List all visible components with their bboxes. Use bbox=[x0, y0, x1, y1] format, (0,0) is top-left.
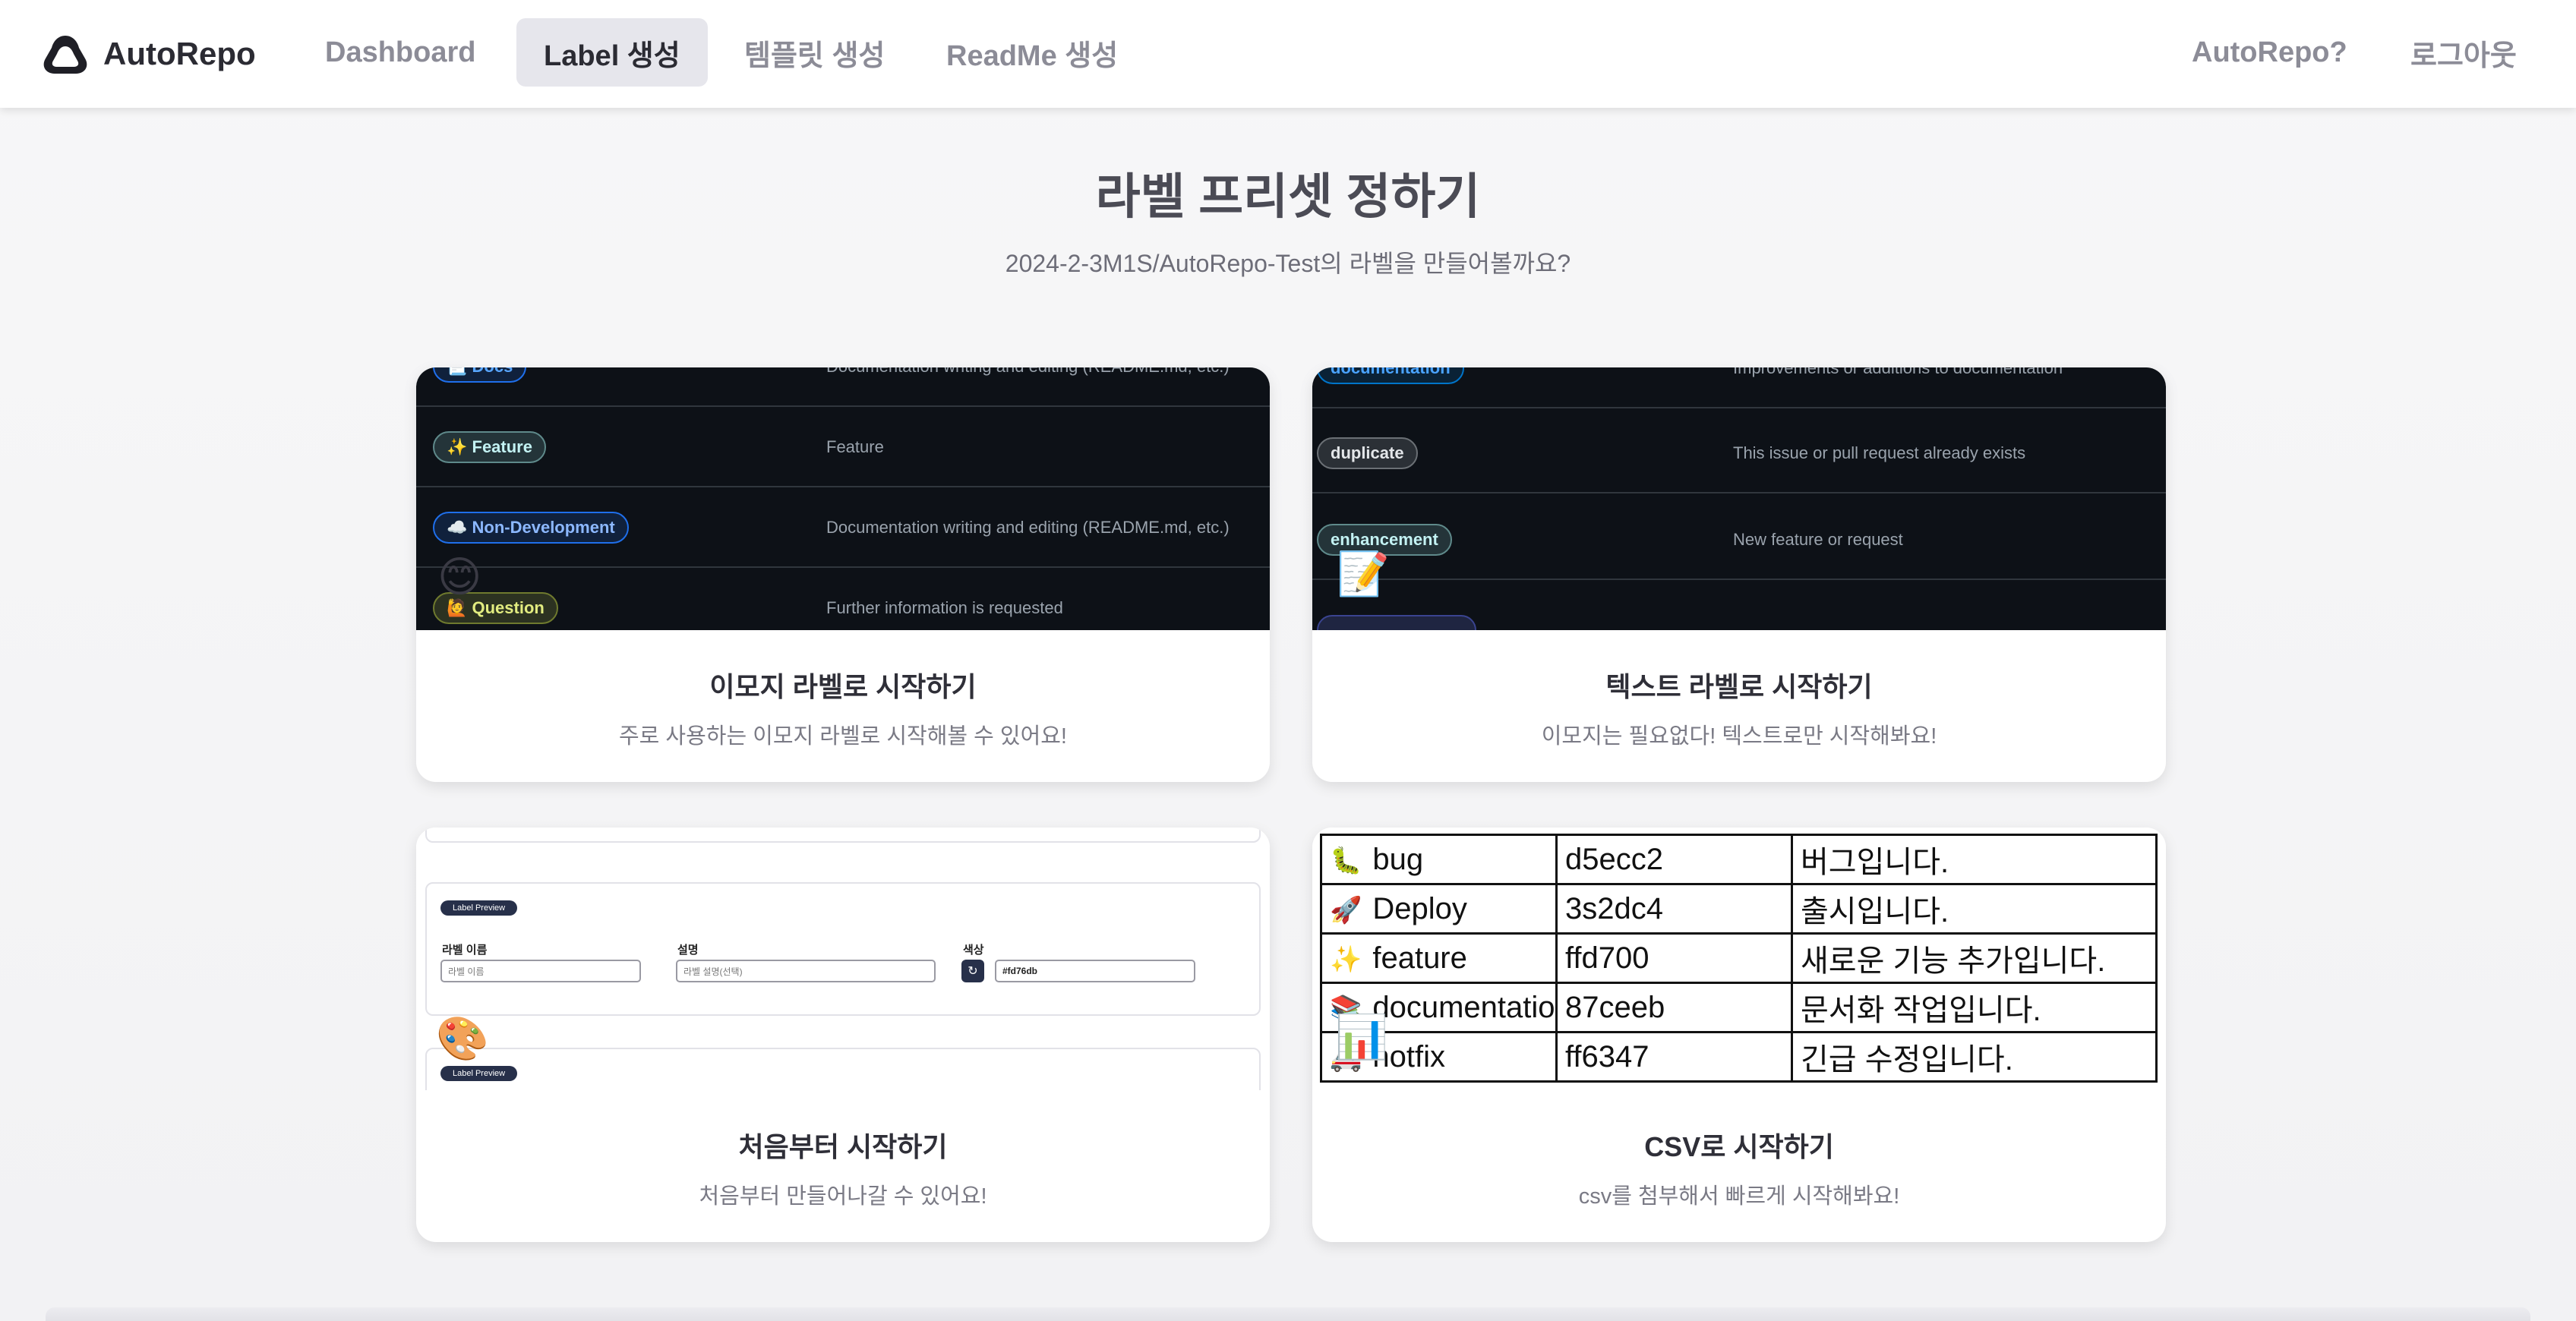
from-scratch-preview: Label Preview 라벨 이름 라벨 이름 설명 라벨 설명(선택) 색… bbox=[416, 828, 1270, 1090]
preview-row: enhancement New feature or request bbox=[1312, 500, 2166, 580]
refresh-color-icon: ↻ bbox=[961, 960, 984, 982]
brand-logo[interactable]: AutoRepo bbox=[38, 27, 256, 80]
color-field-input: #fd76db bbox=[995, 960, 1195, 982]
csv-label-name: documentation bbox=[1372, 990, 1557, 1024]
nav-dashboard[interactable]: Dashboard bbox=[298, 18, 503, 87]
rocket-emoji-icon: 🚀 bbox=[1330, 895, 1362, 925]
csv-preview: 🐛 bug d5ecc2 버그입니다. 🚀 Deploy 3s2dc4 출시입니다.… bbox=[1312, 828, 2166, 1090]
card-title: 처음부터 시작하기 bbox=[738, 1131, 948, 1162]
preview-row: 📃 Docs Documentation writing and editing… bbox=[416, 367, 1270, 407]
nav-template-create[interactable]: 템플릿 생성 bbox=[717, 18, 912, 87]
csv-row: 🐛 bug d5ecc2 버그입니다. bbox=[1320, 834, 2158, 885]
csv-label-desc: 긴급 수정입니다. bbox=[1791, 1031, 2158, 1083]
csv-row: 🚀 Deploy 3s2dc4 출시입니다. bbox=[1320, 883, 2158, 935]
preview-label-desc: Further information is requested bbox=[826, 598, 1063, 617]
nav-logout[interactable]: 로그아웃 bbox=[2410, 18, 2517, 87]
form-box-partial bbox=[425, 828, 1261, 843]
preview-row: duplicate This issue or pull request alr… bbox=[1312, 413, 2166, 493]
csv-table: 🐛 bug d5ecc2 버그입니다. 🚀 Deploy 3s2dc4 출시입니다.… bbox=[1320, 834, 2158, 1083]
preview-row: documentation Improvements or additions … bbox=[1312, 367, 2166, 408]
preview-label-pill: ☁️ Non-Development bbox=[433, 512, 629, 544]
preview-label-desc: This issue or pull request already exist… bbox=[1733, 443, 2026, 462]
preview-row: ☁️ Non-Development Documentation writing… bbox=[416, 487, 1270, 568]
name-field-input: 라벨 이름 bbox=[440, 960, 641, 982]
preview-label-desc: Documentation writing and editing (READM… bbox=[826, 367, 1230, 377]
csv-label-color: 87ceeb bbox=[1555, 982, 1793, 1033]
desc-field-input: 라벨 설명(선택) bbox=[676, 960, 936, 982]
top-navbar: AutoRepo Dashboard Label 생성 템플릿 생성 ReadM… bbox=[0, 0, 2576, 108]
label-preview-pill: Label Preview bbox=[440, 1066, 518, 1081]
preview-label-desc: New feature or request bbox=[1733, 530, 1903, 549]
csv-label-name: Deploy bbox=[1372, 891, 1467, 925]
page-subtitle: 2024-2-3M1S/AutoRepo-Test의 라벨을 만들어볼까요? bbox=[1005, 250, 1571, 277]
color-field-label: 색상 bbox=[963, 944, 984, 957]
card-csv[interactable]: 🐛 bug d5ecc2 버그입니다. 🚀 Deploy 3s2dc4 출시입니다.… bbox=[1312, 828, 2166, 1242]
memo-emoji-icon: 📝 bbox=[1337, 550, 1390, 597]
sparkles-emoji-icon: ✨ bbox=[1330, 944, 1362, 974]
bottom-section-edge bbox=[46, 1307, 2530, 1321]
smile-emoji-icon: 😊 bbox=[437, 553, 482, 601]
card-text-labels[interactable]: documentation Improvements or additions … bbox=[1312, 367, 2166, 782]
preview-label-desc: Documentation writing and editing (READM… bbox=[826, 518, 1230, 537]
csv-label-desc: 버그입니다. bbox=[1791, 834, 2158, 885]
label-form-box-partial: Label Preview bbox=[425, 1048, 1261, 1090]
label-form-box: Label Preview 라벨 이름 라벨 이름 설명 라벨 설명(선택) 색… bbox=[425, 882, 1261, 1016]
desc-field-label: 설명 bbox=[677, 944, 699, 957]
card-description: 처음부터 만들어나갈 수 있어요! bbox=[699, 1184, 987, 1209]
card-title: 이모지 라벨로 시작하기 bbox=[709, 671, 977, 702]
csv-label-name: feature bbox=[1372, 941, 1467, 975]
card-description: 이모지는 필요없다! 텍스트로만 시작해봐요! bbox=[1541, 724, 1937, 749]
emoji-labels-preview: 📃 Docs Documentation writing and editing… bbox=[416, 367, 1270, 630]
card-description: csv를 첨부해서 빠르게 시작해봐요! bbox=[1578, 1184, 1900, 1209]
name-field-label: 라벨 이름 bbox=[442, 944, 488, 957]
label-preview-pill: Label Preview bbox=[440, 900, 518, 916]
csv-label-desc: 새로운 기능 추가입니다. bbox=[1791, 932, 2158, 984]
nav-about-autorepo[interactable]: AutoRepo? bbox=[2192, 18, 2347, 87]
preview-label-desc: Improvements or additions to documentati… bbox=[1733, 367, 2063, 377]
card-title: 텍스트 라벨로 시작하기 bbox=[1605, 671, 1873, 702]
csv-label-color: ffd700 bbox=[1555, 932, 1793, 984]
nav-label-create[interactable]: Label 생성 bbox=[516, 18, 708, 87]
csv-label-desc: 문서화 작업입니다. bbox=[1791, 982, 2158, 1033]
preview-row: 🙋 Question Further information is reques… bbox=[416, 568, 1270, 630]
palette-emoji-icon: 🎨 bbox=[436, 1014, 489, 1062]
csv-label-name: bug bbox=[1372, 842, 1424, 876]
preview-label-pill: duplicate bbox=[1317, 437, 1418, 469]
card-description: 주로 사용하는 이모지 라벨로 시작해볼 수 있어요! bbox=[618, 724, 1067, 749]
cloud-logo-icon bbox=[43, 36, 87, 74]
csv-label-color: 3s2dc4 bbox=[1555, 883, 1793, 935]
bar-chart-emoji-icon: 📊 bbox=[1335, 1013, 1388, 1061]
card-title: CSV로 시작하기 bbox=[1644, 1131, 1834, 1162]
csv-row: 📚 documentation 87ceeb 문서화 작업입니다. bbox=[1320, 982, 2158, 1033]
csv-label-desc: 출시입니다. bbox=[1791, 883, 2158, 935]
bug-emoji-icon: 🐛 bbox=[1330, 846, 1362, 875]
preview-label-pill-partial bbox=[1317, 615, 1476, 630]
preview-label-pill: ✨ Feature bbox=[433, 431, 546, 463]
preview-label-pill: documentation bbox=[1317, 367, 1464, 384]
page-title: 라벨 프리셋 정하기 bbox=[1095, 169, 1481, 224]
text-labels-preview: documentation Improvements or additions … bbox=[1312, 367, 2166, 630]
preview-label-desc: Feature bbox=[826, 437, 884, 456]
csv-label-color: d5ecc2 bbox=[1555, 834, 1793, 885]
nav-readme-create[interactable]: ReadMe 생성 bbox=[919, 18, 1145, 87]
card-emoji-labels[interactable]: 📃 Docs Documentation writing and editing… bbox=[416, 367, 1270, 782]
csv-label-color: ff6347 bbox=[1555, 1031, 1793, 1083]
card-from-scratch[interactable]: Label Preview 라벨 이름 라벨 이름 설명 라벨 설명(선택) 색… bbox=[416, 828, 1270, 1242]
preview-row: ✨ Feature Feature bbox=[416, 407, 1270, 487]
brand-name: AutoRepo bbox=[103, 36, 256, 71]
csv-row: ✨ feature ffd700 새로운 기능 추가입니다. bbox=[1320, 932, 2158, 984]
preview-label-pill: 📃 Docs bbox=[433, 367, 527, 383]
csv-row: 🚑 hotfix ff6347 긴급 수정입니다. bbox=[1320, 1031, 2158, 1083]
